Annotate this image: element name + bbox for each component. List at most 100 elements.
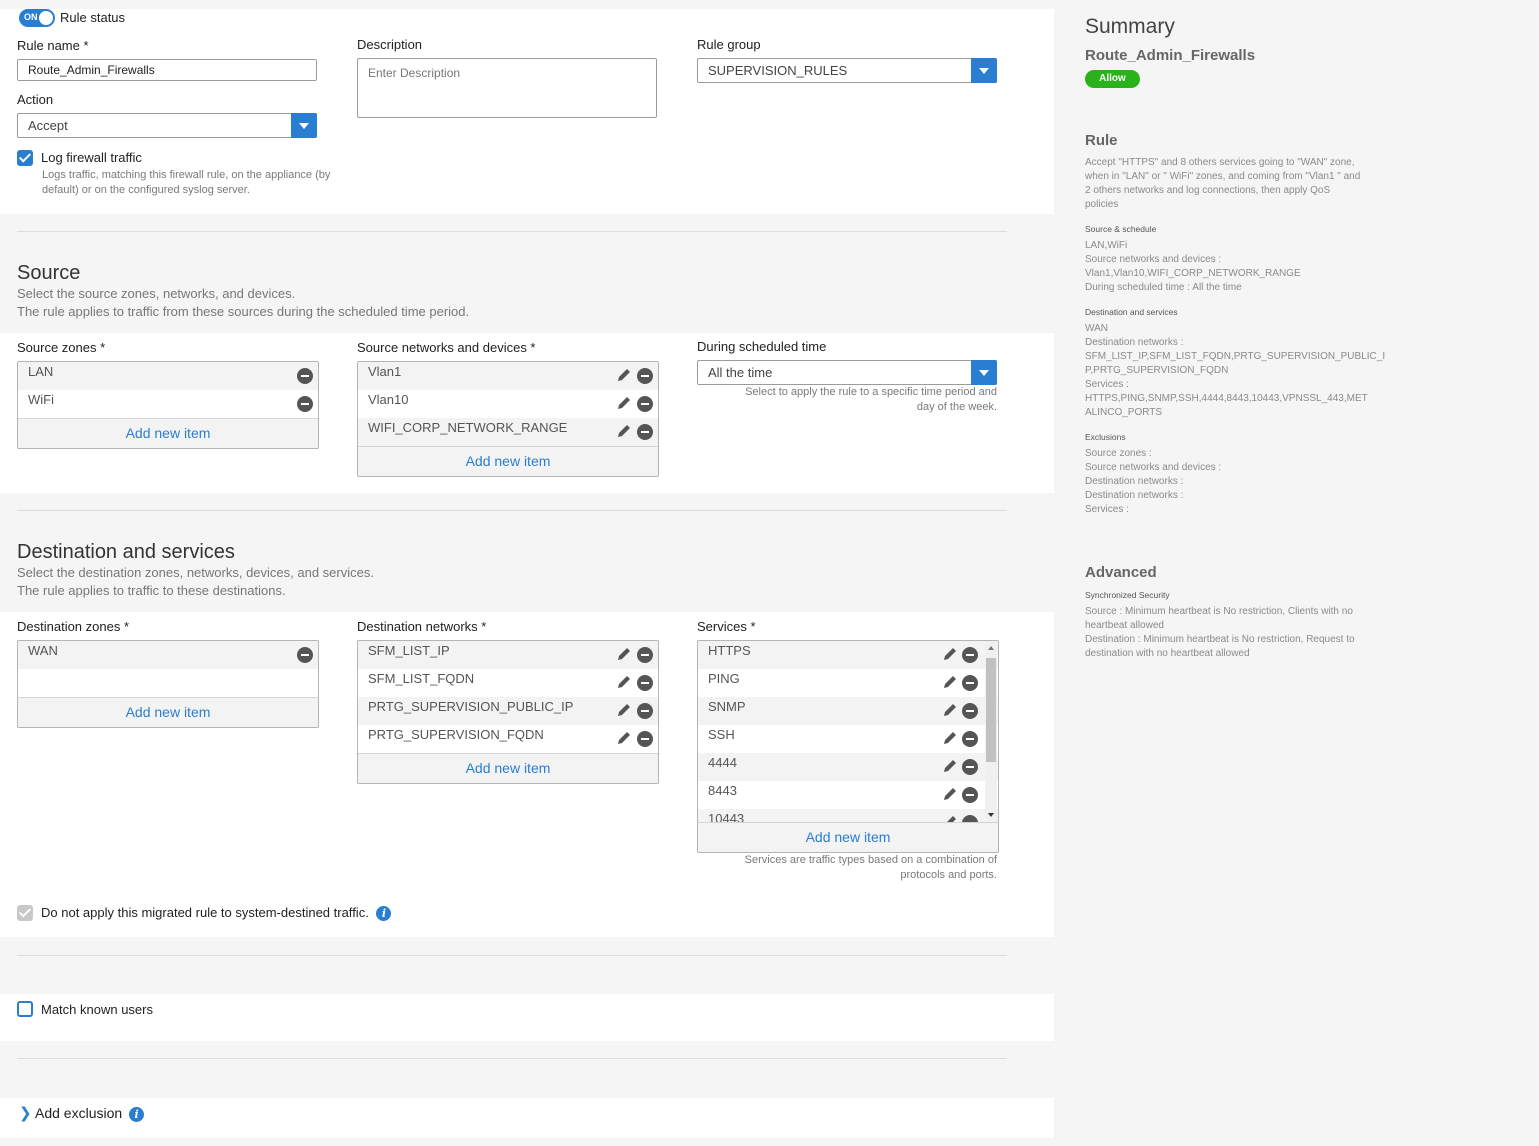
schedule-hint-1: Select to apply the rule to a specific t… <box>745 386 997 398</box>
list-item-label: SFM_LIST_IP <box>368 643 450 658</box>
remove-icon[interactable] <box>637 647 653 663</box>
pencil-icon[interactable] <box>942 814 958 822</box>
migrated-rule-checkbox[interactable] <box>17 905 33 921</box>
remove-icon[interactable] <box>637 675 653 691</box>
remove-icon[interactable] <box>637 703 653 719</box>
summary-sync-line: Destination : Minimum heartbeat is No re… <box>1085 634 1355 645</box>
remove-icon[interactable] <box>637 396 653 412</box>
summary-sync-heading: Synchronized Security <box>1085 590 1170 600</box>
pencil-icon[interactable] <box>942 758 958 774</box>
remove-icon[interactable] <box>297 396 313 412</box>
scrollbar-thumb[interactable] <box>986 658 996 762</box>
remove-icon[interactable] <box>962 731 978 747</box>
schedule-select[interactable]: All the time <box>697 360 997 385</box>
pencil-icon[interactable] <box>942 646 958 662</box>
list-item-empty <box>18 669 318 697</box>
remove-icon[interactable] <box>962 647 978 663</box>
add-exclusion-toggle[interactable]: Add exclusion i <box>35 1105 145 1122</box>
summary-rule-text: Accept "HTTPS" and 8 others services goi… <box>1085 157 1361 210</box>
pencil-icon[interactable] <box>616 674 632 690</box>
add-new-item-button[interactable]: Add new item <box>358 753 658 783</box>
list-item: WAN <box>18 641 318 669</box>
add-new-item-button[interactable]: Add new item <box>18 697 318 727</box>
remove-icon[interactable] <box>962 815 978 822</box>
summary-sync-line: Source : Minimum heartbeat is No restric… <box>1085 606 1353 617</box>
add-new-item-button[interactable]: Add new item <box>358 446 658 476</box>
remove-icon[interactable] <box>297 368 313 384</box>
remove-icon[interactable] <box>962 787 978 803</box>
pencil-icon[interactable] <box>942 674 958 690</box>
rule-group-select[interactable]: SUPERVISION_RULES <box>697 58 997 83</box>
list-item-label: 4444 <box>708 755 737 770</box>
list-item: WiFi <box>18 390 318 418</box>
toggle-on-label: ON <box>24 12 38 22</box>
divider <box>17 955 1007 956</box>
rule-status-label: Rule status <box>60 10 126 25</box>
pencil-icon[interactable] <box>616 423 632 439</box>
list-item: Vlan10 <box>358 390 658 418</box>
pencil-icon[interactable] <box>616 367 632 383</box>
pencil-icon[interactable] <box>616 730 632 746</box>
list-item: 8443 <box>698 781 998 809</box>
source-title: Source <box>17 262 81 284</box>
migrated-rule-label: Do not apply this migrated rule to syste… <box>41 905 392 922</box>
action-select[interactable]: Accept <box>17 113 317 138</box>
pencil-icon[interactable] <box>942 786 958 802</box>
scroll-down-icon[interactable] <box>988 813 994 817</box>
schedule-value: All the time <box>708 365 773 380</box>
scroll-up-icon[interactable] <box>988 646 994 650</box>
rule-name-input[interactable]: Route_Admin_Firewalls <box>17 59 317 81</box>
chevron-right-icon[interactable]: ❯ <box>19 1104 32 1122</box>
remove-icon[interactable] <box>962 759 978 775</box>
pencil-icon[interactable] <box>616 646 632 662</box>
list-item: Vlan1 <box>358 362 658 390</box>
list-item: PRTG_SUPERVISION_FQDN <box>358 725 658 753</box>
list-item: LAN <box>18 362 318 390</box>
remove-icon[interactable] <box>297 647 313 663</box>
add-new-item-button[interactable]: Add new item <box>18 418 318 448</box>
summary-exclusion-line: Services : <box>1085 504 1129 515</box>
log-traffic-checkbox[interactable] <box>17 150 33 166</box>
rule-group-value: SUPERVISION_RULES <box>708 63 848 78</box>
summary-title: Summary <box>1085 15 1175 38</box>
description-label: Description <box>357 37 423 52</box>
remove-icon[interactable] <box>962 675 978 691</box>
list-item: SNMP <box>698 697 998 725</box>
schedule-label: During scheduled time <box>697 339 827 354</box>
remove-icon[interactable] <box>962 703 978 719</box>
scrollbar[interactable] <box>985 641 997 822</box>
info-icon[interactable]: i <box>376 906 392 922</box>
info-icon[interactable]: i <box>129 1106 145 1122</box>
migrated-rule-text: Do not apply this migrated rule to syste… <box>41 905 369 920</box>
summary-exclusion-line: Destination networks : <box>1085 490 1184 501</box>
summary-destination-line: HTTPS,PING,SNMP,SSH,4444,8443,10443,VPNS… <box>1085 393 1368 404</box>
rule-name-label: Rule name * <box>17 38 89 53</box>
add-new-item-button[interactable]: Add new item <box>698 822 998 852</box>
remove-icon[interactable] <box>637 424 653 440</box>
remove-icon[interactable] <box>637 731 653 747</box>
remove-icon[interactable] <box>637 368 653 384</box>
chevron-down-icon[interactable] <box>291 113 317 138</box>
chevron-down-icon[interactable] <box>971 58 997 83</box>
pencil-icon[interactable] <box>942 702 958 718</box>
log-traffic-hint-2: default) or on the configured syslog ser… <box>42 184 250 196</box>
chevron-down-icon[interactable] <box>971 360 997 385</box>
list-item: SFM_LIST_FQDN <box>358 669 658 697</box>
summary-destination-line: SFM_LIST_IP,SFM_LIST_FQDN,PRTG_SUPERVISI… <box>1085 351 1386 362</box>
pencil-icon[interactable] <box>616 395 632 411</box>
pencil-icon[interactable] <box>616 702 632 718</box>
list-item: WIFI_CORP_NETWORK_RANGE <box>358 418 658 446</box>
match-known-users-checkbox[interactable] <box>17 1001 33 1017</box>
pencil-icon[interactable] <box>942 730 958 746</box>
summary-exclusion-line: Destination networks : <box>1085 476 1184 487</box>
list-item-label: 10443 <box>708 811 745 822</box>
services-hint-2: protocols and ports. <box>900 869 997 881</box>
list-item-label: PING <box>708 671 740 686</box>
description-textarea[interactable]: Enter Description <box>357 58 657 118</box>
services-scroll-area[interactable]: HTTPS PING SNMP SSH 4444 8443 10443 <box>698 641 998 822</box>
summary-source-line: Vlan1,Vlan10,WIFI_CORP_NETWORK_RANGE <box>1085 268 1301 279</box>
list-item: PING <box>698 669 998 697</box>
source-sub-2: The rule applies to traffic from these s… <box>17 304 470 319</box>
rule-status-toggle[interactable]: ON <box>19 9 55 27</box>
list-item: SSH <box>698 725 998 753</box>
